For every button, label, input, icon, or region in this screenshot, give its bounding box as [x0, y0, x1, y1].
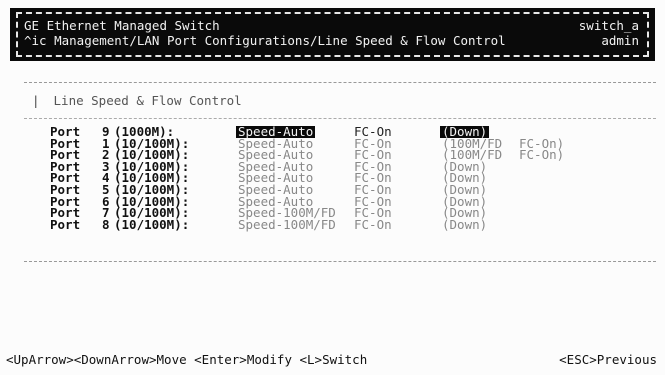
port-row[interactable]: Port 8 (10/100M): Speed-100M/FD FC-On (D…: [50, 216, 487, 232]
panel-title-row: | Line Speed & Flow Control: [32, 93, 242, 108]
link-status: (Down): [442, 216, 488, 232]
app-title: GE Ethernet Managed Switch: [24, 18, 220, 33]
port-label: Port: [50, 216, 81, 232]
panel-divider: [24, 118, 656, 119]
host-name: switch_a: [578, 18, 639, 33]
breadcrumb: ^ic Management/LAN Port Configurations/L…: [24, 33, 506, 48]
port-type: (10/100M):: [114, 216, 190, 232]
key-help-escape: <ESC>Previous: [559, 352, 657, 367]
key-help-navigation: <UpArrow><DownArrow>Move <Enter>Modify <…: [6, 352, 368, 367]
header-border-bottom: [16, 55, 649, 57]
speed-setting[interactable]: Speed-100M/FD: [238, 218, 336, 231]
port-number: 8: [102, 216, 110, 232]
port-list: Port 9 (1000M): Speed-Auto FC-On (Down) …: [50, 125, 564, 232]
key-help-bar: <UpArrow><DownArrow>Move <Enter>Modify <…: [0, 350, 665, 368]
link-flow-control-status: FC-On): [519, 147, 565, 163]
header-border-right: [647, 12, 649, 57]
terminal-window: GE Ethernet Managed Switch ^ic Managemen…: [0, 0, 665, 375]
flow-control-setting[interactable]: FC-On: [354, 218, 392, 231]
header-bar: GE Ethernet Managed Switch ^ic Managemen…: [10, 8, 655, 61]
header-border-top: [16, 12, 649, 14]
panel-title: Line Speed & Flow Control: [53, 93, 242, 108]
config-panel: | Line Speed & Flow Control Port 9 (1000M…: [24, 82, 656, 262]
panel-bar: |: [32, 93, 40, 108]
user-name: admin: [601, 33, 639, 48]
header-border-left: [16, 12, 18, 57]
